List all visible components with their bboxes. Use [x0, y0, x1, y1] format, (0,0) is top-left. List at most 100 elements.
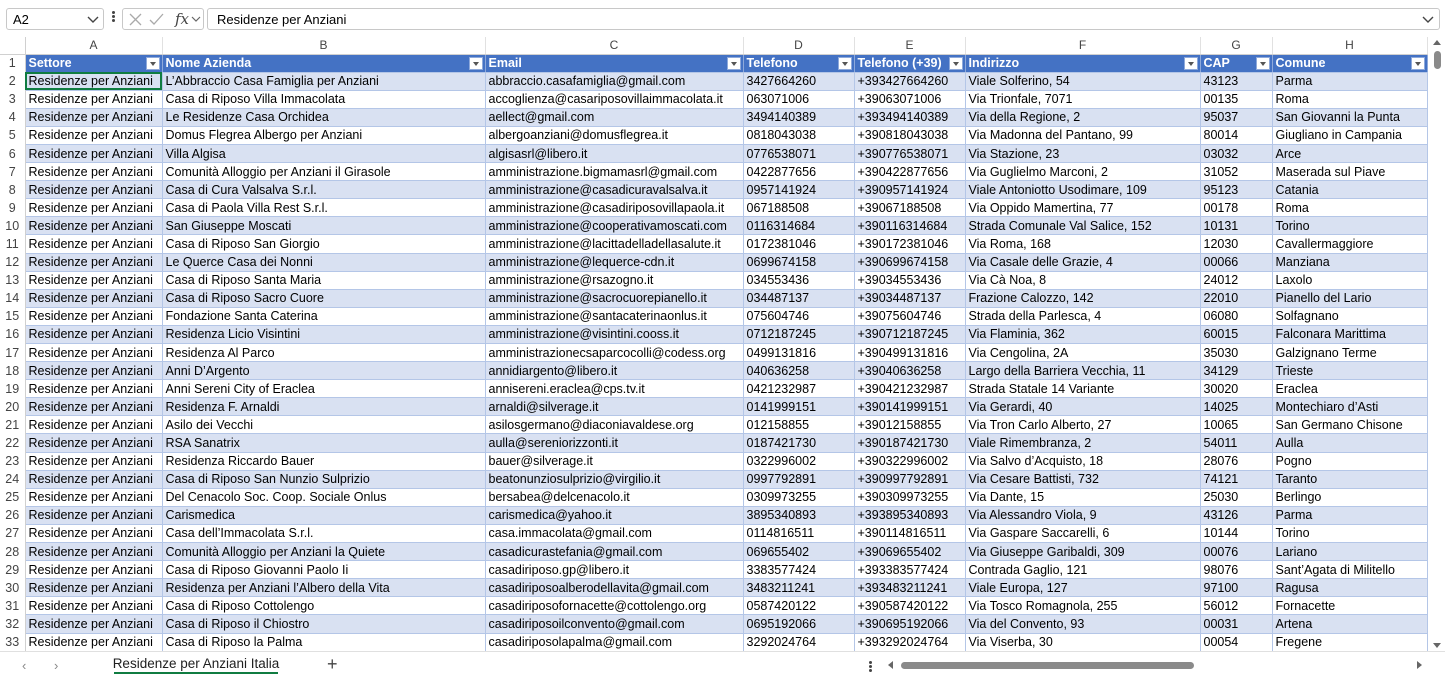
cell-g[interactable]: 24012 — [1200, 271, 1273, 290]
cell-g[interactable]: 80014 — [1200, 126, 1273, 145]
cell-d[interactable]: 3483211241 — [743, 578, 855, 598]
cell-e[interactable]: +390776538071 — [854, 144, 966, 164]
cell-f[interactable]: Via Cesare Battisti, 732 — [965, 470, 1201, 489]
cell-d[interactable]: 0187421730 — [743, 433, 855, 453]
row-number[interactable]: 26 — [0, 506, 26, 525]
header-cell-h[interactable]: Comune — [1272, 54, 1428, 73]
column-header-h[interactable]: H — [1272, 37, 1428, 55]
row-number[interactable]: 8 — [0, 180, 26, 199]
cell-d[interactable]: 3383577424 — [743, 560, 855, 580]
cell-a[interactable]: Residenze per Anziani — [25, 325, 163, 345]
cell-f[interactable]: Via Cà Noa, 8 — [965, 271, 1201, 290]
scroll-down-arrow-icon[interactable] — [1433, 643, 1441, 648]
cell-a[interactable]: Residenze per Anziani — [25, 524, 163, 544]
cell-c[interactable]: aulla@sereniorizzonti.it — [485, 433, 744, 453]
cell-f[interactable]: Viale Europa, 127 — [965, 578, 1201, 598]
cell-c[interactable]: amministrazione.bigmamasrl@gmail.com — [485, 162, 744, 182]
cell-a[interactable]: Residenze per Anziani — [25, 397, 163, 417]
chevron-down-icon[interactable] — [191, 15, 201, 23]
cell-c[interactable]: accoglienza@casariposovillaimmacolata.it — [485, 90, 744, 109]
cell-b[interactable]: Casa di Paola Villa Rest S.r.l. — [162, 198, 486, 218]
cell-c[interactable]: amministrazione@sacrocuorepianello.it — [485, 289, 744, 308]
cell-e[interactable]: +390695192066 — [854, 614, 966, 634]
cell-b[interactable]: Residenza Al Parco — [162, 343, 486, 363]
cell-g[interactable]: 28076 — [1200, 452, 1273, 471]
cell-a[interactable]: Residenze per Anziani — [25, 452, 163, 471]
header-cell-b[interactable]: Nome Azienda — [162, 54, 486, 73]
cell-h[interactable]: Berlingo — [1272, 488, 1428, 507]
cell-f[interactable]: Viale Rimembranza, 2 — [965, 433, 1201, 453]
cell-a[interactable]: Residenze per Anziani — [25, 180, 163, 200]
row-number[interactable]: 16 — [0, 325, 26, 344]
cell-h[interactable]: Pogno — [1272, 452, 1428, 471]
cell-c[interactable]: amministrazione@casadiriposovillapaola.i… — [485, 198, 744, 218]
cell-d[interactable]: 0421232987 — [743, 379, 855, 399]
cell-f[interactable]: Largo della Barriera Vecchia, 11 — [965, 361, 1201, 381]
cell-a[interactable]: Residenze per Anziani — [25, 415, 163, 435]
cell-h[interactable]: Torino — [1272, 524, 1428, 544]
row-number[interactable]: 30 — [0, 578, 26, 597]
cell-b[interactable]: Comunità Alloggio per Anziani la Quiete — [162, 542, 486, 562]
row-number[interactable]: 17 — [0, 343, 26, 362]
cell-d[interactable]: 067188508 — [743, 198, 855, 218]
cell-a[interactable]: Residenze per Anziani — [25, 90, 163, 109]
confirm-check-icon[interactable] — [149, 13, 164, 26]
cell-c[interactable]: amministrazione@lacittadelladellasalute.… — [485, 234, 744, 254]
cell-b[interactable]: Residenza Riccardo Bauer — [162, 452, 486, 471]
cell-c[interactable]: casadicurastefania@gmail.com — [485, 542, 744, 562]
cell-h[interactable]: Pianello del Lario — [1272, 289, 1428, 308]
cell-h[interactable]: Lariano — [1272, 542, 1428, 562]
cell-b[interactable]: Le Querce Casa dei Nonni — [162, 253, 486, 272]
cell-h[interactable]: San Germano Chisone — [1272, 415, 1428, 435]
cell-e[interactable]: +393383577424 — [854, 560, 966, 580]
cell-g[interactable]: 00054 — [1200, 633, 1273, 651]
cell-f[interactable]: Via Viserba, 30 — [965, 633, 1201, 651]
cell-g[interactable]: 31052 — [1200, 162, 1273, 182]
cell-b[interactable]: Casa di Riposo Santa Maria — [162, 271, 486, 290]
cell-f[interactable]: Strada Comunale Val Salice, 152 — [965, 216, 1201, 236]
cell-a[interactable]: Residenze per Anziani — [25, 596, 163, 616]
cell-b[interactable]: Casa di Riposo la Palma — [162, 633, 486, 651]
cell-c[interactable]: casadiriposoalberodellavita@gmail.com — [485, 578, 744, 598]
cell-a[interactable]: Residenze per Anziani — [25, 198, 163, 218]
cell-h[interactable]: Sant’Agata di Militello — [1272, 560, 1428, 580]
cell-e[interactable]: +39069655402 — [854, 542, 966, 562]
cell-e[interactable]: +390818043038 — [854, 126, 966, 145]
cell-b[interactable]: Residenza Licio Visintini — [162, 325, 486, 345]
cell-h[interactable]: Manziana — [1272, 253, 1428, 272]
column-header-b[interactable]: B — [162, 37, 486, 55]
cell-a[interactable]: Residenze per Anziani — [25, 433, 163, 453]
select-all-corner[interactable] — [0, 37, 26, 55]
cell-c[interactable]: annidiargento@libero.it — [485, 361, 744, 381]
row-number[interactable]: 11 — [0, 234, 26, 254]
cell-g[interactable]: 34129 — [1200, 361, 1273, 381]
cell-b[interactable]: Villa Algisa — [162, 144, 486, 164]
cell-f[interactable]: Via Flaminia, 362 — [965, 325, 1201, 345]
cell-g[interactable]: 35030 — [1200, 343, 1273, 363]
cell-d[interactable]: 012158855 — [743, 415, 855, 435]
cell-a[interactable]: Residenze per Anziani — [25, 108, 163, 127]
row-number[interactable]: 27 — [0, 524, 26, 543]
cell-c[interactable]: casadiriposofornacette@cottolengo.org — [485, 596, 744, 616]
cell-c[interactable]: amministrazione@lequerce-cdn.it — [485, 253, 744, 272]
cell-a[interactable]: Residenze per Anziani — [25, 72, 163, 91]
row-number[interactable]: 13 — [0, 271, 26, 290]
cell-b[interactable]: Le Residenze Casa Orchidea — [162, 108, 486, 127]
cell-c[interactable]: algisasrl@libero.it — [485, 144, 744, 164]
more-options-icon[interactable] — [110, 10, 116, 26]
row-number[interactable]: 25 — [0, 488, 26, 507]
cell-g[interactable]: 95123 — [1200, 180, 1273, 200]
cell-e[interactable]: +39067188508 — [854, 198, 966, 218]
cell-c[interactable]: albergoanziani@domusflegrea.it — [485, 126, 744, 145]
cell-e[interactable]: +390309973255 — [854, 488, 966, 507]
cell-f[interactable]: Via del Convento, 93 — [965, 614, 1201, 634]
cell-e[interactable]: +393483211241 — [854, 578, 966, 598]
cell-a[interactable]: Residenze per Anziani — [25, 470, 163, 489]
cell-f[interactable]: Via Casale delle Grazie, 4 — [965, 253, 1201, 272]
cell-b[interactable]: Casa di Riposo Sacro Cuore — [162, 289, 486, 308]
cell-f[interactable]: Via Giuseppe Garibaldi, 309 — [965, 542, 1201, 562]
cell-f[interactable]: Via Gerardi, 40 — [965, 397, 1201, 417]
row-number[interactable]: 31 — [0, 596, 26, 615]
row-number[interactable]: 15 — [0, 307, 26, 326]
cell-a[interactable]: Residenze per Anziani — [25, 289, 163, 308]
